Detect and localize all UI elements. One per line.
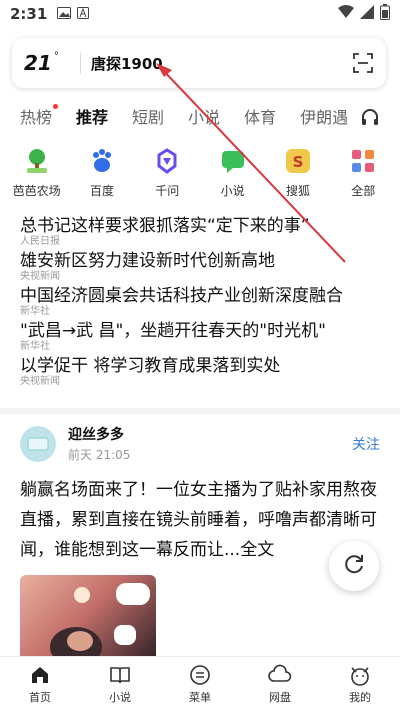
headline-title[interactable]: 以学促干 将学习教育成果落到实处 xyxy=(20,356,380,376)
nav-label: 我的 xyxy=(349,690,371,704)
headline-source: 新华社 xyxy=(20,341,50,352)
profile-icon xyxy=(348,664,372,686)
app-label: 芭芭农场 xyxy=(12,184,61,198)
battery-icon xyxy=(380,4,390,24)
status-right-icons xyxy=(338,4,390,24)
cloud-icon xyxy=(268,664,292,686)
notification-dot xyxy=(53,104,59,109)
star-logo-icon xyxy=(152,146,182,176)
headline-title[interactable]: 中国经济圆桌会共话科技产业创新深度融合 xyxy=(20,286,380,306)
app-sohu[interactable]: S 搜狐 xyxy=(269,146,327,206)
scan-icon[interactable] xyxy=(352,52,374,74)
app-label: 千问 xyxy=(155,184,180,198)
tab-iran[interactable]: 伊朗遇 xyxy=(300,104,348,128)
headline-item[interactable]: "武昌→武 昌"，坐趟开往春天的"时光机" 新华社 xyxy=(20,321,380,352)
author-info: 迎丝多多 前天 21:05 xyxy=(68,424,130,463)
headline-title[interactable]: "武昌→武 昌"，坐趟开往春天的"时光机" xyxy=(20,321,380,341)
headline-source: 人民日报 xyxy=(20,236,60,247)
refresh-button[interactable] xyxy=(329,541,379,591)
app-label: 搜狐 xyxy=(285,184,310,198)
headline-item[interactable]: 雄安新区努力建设新时代创新高地 央视新闻 xyxy=(20,251,380,282)
grid-apps-icon xyxy=(348,146,378,176)
refresh-icon xyxy=(342,552,366,580)
app-qianwen[interactable]: 千问 xyxy=(138,146,196,206)
tab-label: 推荐 xyxy=(76,108,109,127)
app-label: 小说 xyxy=(220,184,245,198)
tab-recommended[interactable]: 推荐 xyxy=(76,104,108,128)
nav-label: 小说 xyxy=(109,690,131,704)
bottom-nav: 首页 小说 菜单 网盘 我的 xyxy=(0,656,400,711)
tab-sports[interactable]: 体育 xyxy=(244,104,276,128)
feed-thumbnail[interactable] xyxy=(20,575,156,667)
app-baidu[interactable]: 百度 xyxy=(73,146,131,206)
home-icon xyxy=(28,664,52,686)
tab-label: 短剧 xyxy=(132,108,165,127)
signal-icon xyxy=(360,5,374,23)
app-screen: 2:31 21 ° 唐探1900 热榜 推荐 短剧 小说 体育 伊朗遇 芭芭农场… xyxy=(0,0,400,711)
search-query-text[interactable]: 唐探1900 xyxy=(91,53,352,74)
weather-temperature: 21 xyxy=(24,51,52,75)
feed-author-row: 迎丝多多 前天 21:05 关注 xyxy=(0,418,400,469)
avatar[interactable] xyxy=(20,425,56,462)
tab-novel[interactable]: 小说 xyxy=(188,104,220,128)
headline-source: 新华社 xyxy=(20,306,50,317)
follow-button[interactable]: 关注 xyxy=(352,434,380,454)
headline-item[interactable]: 以学促干 将学习教育成果落到实处 央视新闻 xyxy=(20,356,380,387)
nav-menu[interactable]: 菜单 xyxy=(170,664,230,705)
status-time: 2:31 xyxy=(10,5,48,23)
headphones-icon[interactable] xyxy=(350,104,390,130)
menu-icon xyxy=(188,664,212,686)
nav-label: 首页 xyxy=(29,690,51,704)
paw-icon xyxy=(87,146,117,176)
author-name[interactable]: 迎丝多多 xyxy=(68,424,130,444)
feed-tabs: 热榜 推荐 短剧 小说 体育 伊朗遇 xyxy=(0,98,400,134)
chat-bubble-icon xyxy=(218,146,248,176)
sohu-logo-icon: S xyxy=(283,146,313,176)
app-babafarm[interactable]: 芭芭农场 xyxy=(8,146,66,206)
gallery-icon xyxy=(57,5,72,23)
headline-list: 总书记这样要求狠抓落实“定下来的事” 人民日报 雄安新区努力建设新时代创新高地 … xyxy=(20,216,380,391)
app-shortcuts: 芭芭农场 百度 千问 小说 S 搜狐 全部 xyxy=(0,146,400,206)
svg-text:S: S xyxy=(293,153,304,171)
nav-home[interactable]: 首页 xyxy=(10,664,70,705)
headline-item[interactable]: 中国经济圆桌会共话科技产业创新深度融合 新华社 xyxy=(20,286,380,317)
tab-label: 伊朗遇 xyxy=(300,108,349,127)
headline-title[interactable]: 雄安新区努力建设新时代创新高地 xyxy=(20,251,380,271)
nav-label: 网盘 xyxy=(269,690,291,704)
tab-label: 热榜 xyxy=(20,108,53,127)
app-label: 全部 xyxy=(351,184,376,198)
book-icon xyxy=(108,664,132,686)
post-time: 前天 21:05 xyxy=(68,448,131,462)
headline-source: 央视新闻 xyxy=(20,271,60,282)
headline-source: 央视新闻 xyxy=(20,376,60,387)
tab-short-drama[interactable]: 短剧 xyxy=(132,104,164,128)
tab-hot[interactable]: 热榜 xyxy=(20,104,59,128)
headline-title[interactable]: 总书记这样要求狠抓落实“定下来的事” xyxy=(20,216,380,236)
tree-icon xyxy=(22,146,52,176)
nav-profile[interactable]: 我的 xyxy=(330,664,390,705)
weather-widget[interactable]: 21 ° xyxy=(24,51,70,75)
weather-degree: ° xyxy=(53,51,59,62)
status-bar: 2:31 xyxy=(0,0,400,28)
wifi-icon xyxy=(338,5,354,23)
search-bar[interactable]: 21 ° 唐探1900 xyxy=(12,38,386,88)
app-label: 百度 xyxy=(89,184,114,198)
tab-label: 小说 xyxy=(188,108,221,127)
app-novel[interactable]: 小说 xyxy=(204,146,262,206)
search-divider xyxy=(80,52,81,74)
headline-item[interactable]: 总书记这样要求狠抓落实“定下来的事” 人民日报 xyxy=(20,216,380,247)
app-all[interactable]: 全部 xyxy=(334,146,392,206)
nav-label: 菜单 xyxy=(189,690,211,704)
nav-cloud-drive[interactable]: 网盘 xyxy=(250,664,310,705)
tab-label: 体育 xyxy=(244,108,277,127)
nav-novel[interactable]: 小说 xyxy=(90,664,150,705)
section-divider xyxy=(0,408,400,414)
font-icon xyxy=(77,5,90,23)
